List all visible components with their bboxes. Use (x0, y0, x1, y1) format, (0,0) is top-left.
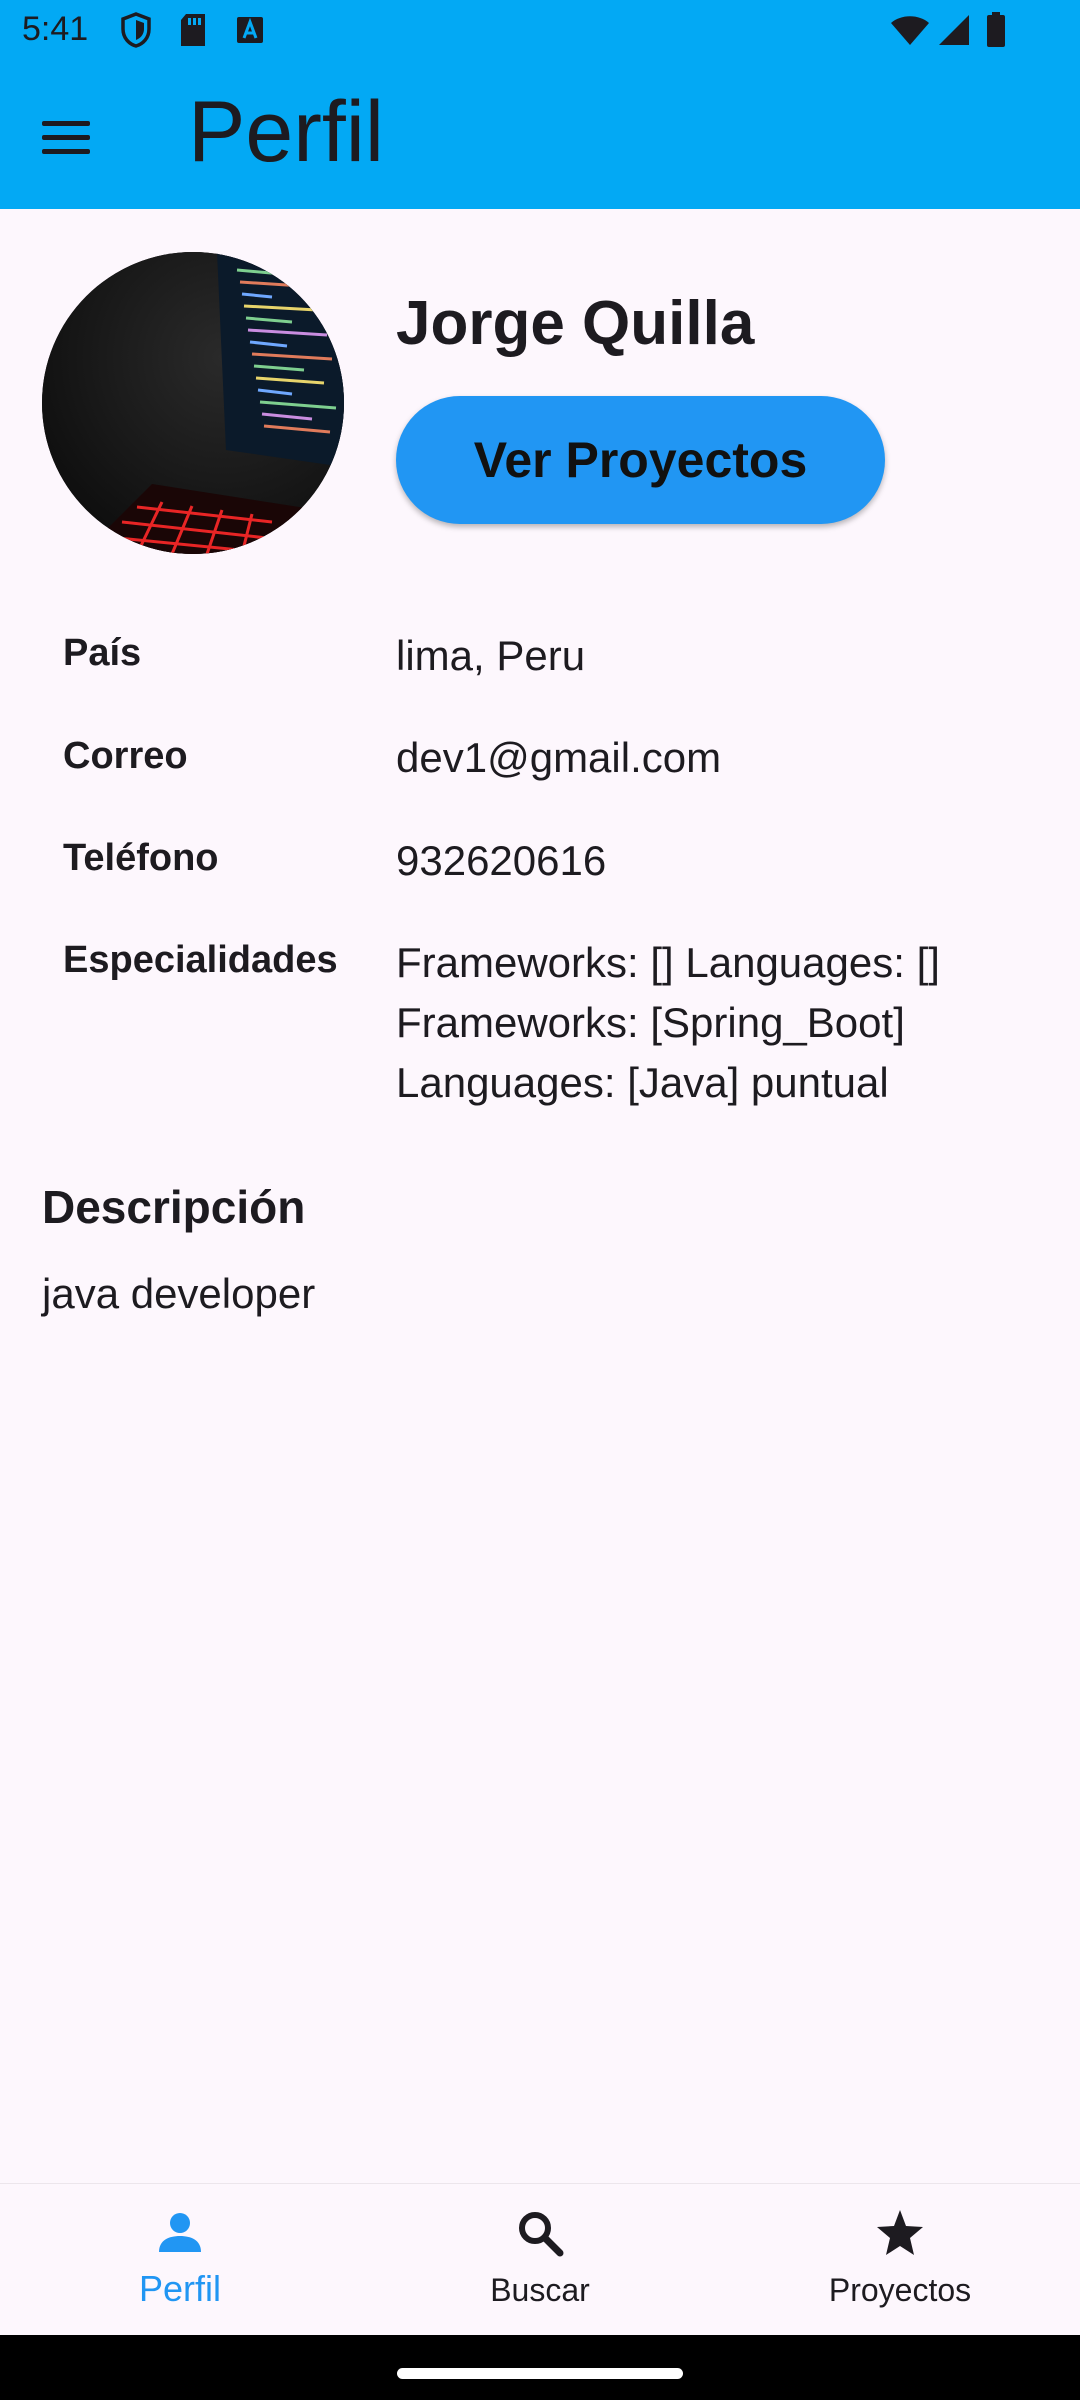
page-title: Perfil (188, 84, 384, 180)
nav-item-perfil[interactable]: Perfil (0, 2184, 360, 2336)
profile-name: Jorge Quilla (396, 289, 755, 358)
description-text: java developer (42, 1270, 316, 1317)
status-bar: 5:41 (0, 0, 1080, 66)
menu-icon[interactable] (42, 110, 102, 164)
country-label: País (63, 632, 142, 674)
specialties-line: Frameworks: [Spring_Boot] (396, 999, 905, 1046)
nav-item-proyectos[interactable]: Proyectos (720, 2184, 1080, 2336)
battery-icon (987, 12, 1005, 47)
description-title: Descripción (42, 1181, 306, 1233)
country-value: lima, Peru (396, 632, 586, 679)
bottom-navigation: Perfil Buscar Proyectos (0, 2183, 1080, 2336)
home-gesture-handle[interactable] (397, 2368, 683, 2379)
wifi-icon (891, 16, 929, 45)
avatar (42, 252, 344, 554)
person-icon (159, 2213, 201, 2252)
specialties-line: Frameworks: [] Languages: [] (396, 939, 940, 986)
email-label: Correo (63, 735, 188, 777)
signal-icon (939, 15, 969, 45)
status-time: 5:41 (22, 10, 89, 48)
nav-label: Proyectos (828, 2272, 972, 2308)
phone-label: Teléfono (63, 837, 219, 879)
nav-item-buscar[interactable]: Buscar (360, 2184, 720, 2336)
shield-icon (121, 12, 151, 48)
star-icon (877, 2210, 923, 2255)
email-value: dev1@gmail.com (396, 734, 722, 781)
search-icon (519, 2212, 564, 2257)
specialties-value: Frameworks: [] Languages: [] Frameworks:… (396, 933, 940, 1113)
phone-value: 932620616 (396, 837, 607, 884)
view-projects-button[interactable]: Ver Proyectos (396, 396, 885, 524)
sd-card-icon (181, 14, 205, 46)
app-bar: 5:41 Perfil (0, 0, 1080, 209)
specialties-line: Languages: [Java] puntual (396, 1059, 889, 1106)
nav-label: Buscar (490, 2272, 590, 2308)
nav-label: Perfil (138, 2268, 222, 2309)
specialties-label: Especialidades (63, 939, 338, 981)
font-a-icon (237, 17, 263, 43)
